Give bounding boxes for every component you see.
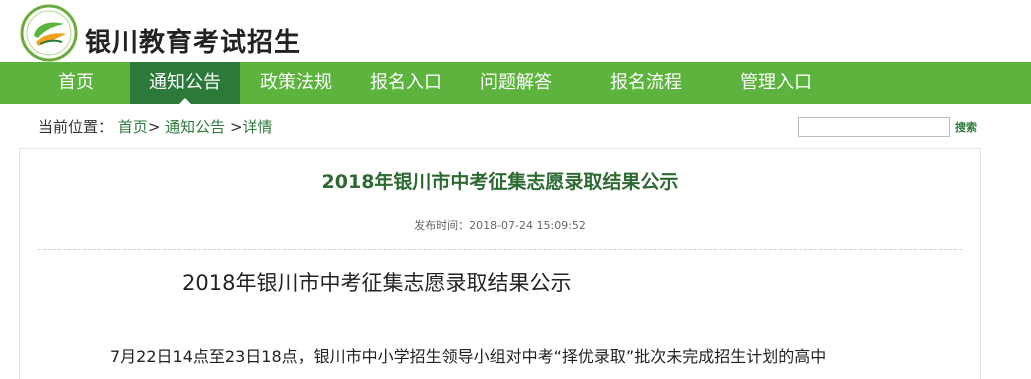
article-panel: 2018年银川市中考征集志愿录取结果公示 发布时间：2018-07-24 15:…	[19, 148, 981, 379]
nav-item-faq[interactable]: 问题解答	[470, 62, 562, 104]
site-title[interactable]: 银川教育考试招生	[85, 22, 301, 59]
article-title: 2018年银川市中考征集志愿录取结果公示	[321, 171, 679, 193]
breadcrumb-separator: >	[147, 118, 161, 136]
nav-item-policies[interactable]: 政策法规	[250, 62, 342, 104]
site-header: 银川教育考试招生	[0, 0, 1031, 62]
nav-item-notices[interactable]: 通知公告	[130, 62, 240, 104]
search-input[interactable]	[798, 117, 950, 137]
breadcrumb-separator: >	[229, 118, 243, 136]
breadcrumb-prefix: 当前位置：	[38, 118, 114, 136]
breadcrumb-home-link[interactable]: 首页	[118, 118, 148, 136]
nav-item-admin[interactable]: 管理入口	[730, 62, 822, 104]
article-body-heading: 2018年银川市中考征集志愿录取结果公示	[182, 271, 572, 295]
divider	[38, 249, 962, 250]
publish-time: 发布时间：2018-07-24 15:09:52	[414, 219, 586, 232]
leaf-logo-icon[interactable]	[20, 4, 78, 62]
main-nav: 首页 通知公告 政策法规 报名入口 问题解答 报名流程 管理入口	[0, 62, 1031, 104]
nav-item-notices-label: 通知公告	[149, 72, 221, 93]
nav-item-home[interactable]: 首页	[40, 62, 112, 104]
breadcrumb-current[interactable]: 详情	[243, 118, 273, 136]
search-button[interactable]: 搜索	[955, 119, 977, 135]
breadcrumb-section-link[interactable]: 通知公告	[165, 118, 225, 136]
breadcrumb: 当前位置： 首页> 通知公告 >详情	[38, 116, 273, 137]
nav-item-registration[interactable]: 报名入口	[360, 62, 452, 104]
nav-item-process[interactable]: 报名流程	[600, 62, 692, 104]
active-caret-icon	[179, 98, 191, 104]
article-body-paragraph: 7月22日14点至23日18点，银川市中小学招生领导小组对中考“择优录取”批次未…	[110, 347, 827, 366]
